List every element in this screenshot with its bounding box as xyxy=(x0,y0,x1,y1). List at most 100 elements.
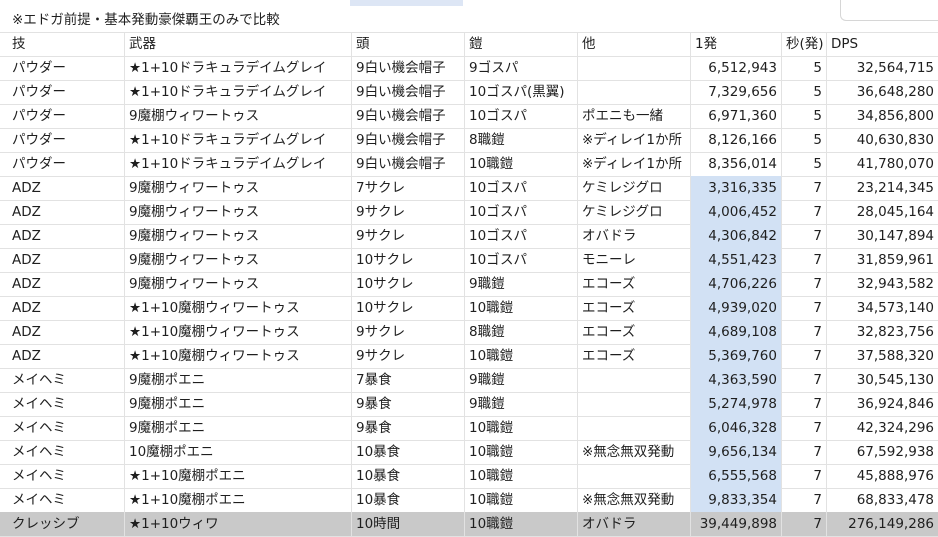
cell-per-shot[interactable]: 39,449,898 xyxy=(691,512,782,536)
cell-other[interactable]: ケミレジグロ xyxy=(578,176,691,200)
cell-dps[interactable]: 32,943,582 xyxy=(827,272,938,296)
cell-other[interactable]: ※ディレイ1か所 xyxy=(578,128,691,152)
cell-per-shot[interactable]: 5,274,978 xyxy=(691,392,782,416)
cell-armor[interactable]: 10ゴスパ xyxy=(465,176,578,200)
cell-other[interactable]: ケミレジグロ xyxy=(578,200,691,224)
cell-other[interactable] xyxy=(578,464,691,488)
cell-seconds[interactable]: 7 xyxy=(782,392,827,416)
cell-per-shot[interactable]: 8,356,014 xyxy=(691,152,782,176)
cell-other[interactable] xyxy=(578,80,691,104)
cell-head[interactable]: 9白い機会帽子 xyxy=(352,80,465,104)
cell-armor[interactable]: 8職鎧 xyxy=(465,128,578,152)
cell-dps[interactable]: 23,214,345 xyxy=(827,176,938,200)
cell-per-shot[interactable]: 4,363,590 xyxy=(691,368,782,392)
cell-armor[interactable]: 10ゴスパ xyxy=(465,224,578,248)
cell-seconds[interactable]: 5 xyxy=(782,152,827,176)
cell-skill[interactable]: メイヘミ xyxy=(8,392,125,416)
cell-dps[interactable]: 40,630,830 xyxy=(827,128,938,152)
cell-weapon[interactable]: ★1+10魔棚ポエニ xyxy=(125,464,352,488)
cell-seconds[interactable]: 7 xyxy=(782,176,827,200)
cell-other[interactable]: ポエニも一緒 xyxy=(578,104,691,128)
cell-weapon[interactable]: ★1+10ドラキュラデイムグレイ xyxy=(125,128,352,152)
cell-head[interactable]: 10サクレ xyxy=(352,248,465,272)
cell-dps[interactable]: 37,588,320 xyxy=(827,344,938,368)
cell-head[interactable]: 10暴食 xyxy=(352,464,465,488)
cell-per-shot[interactable]: 6,046,328 xyxy=(691,416,782,440)
cell-skill[interactable]: メイヘミ xyxy=(8,368,125,392)
cell-armor[interactable]: 8職鎧 xyxy=(465,320,578,344)
cell-skill[interactable]: ADZ xyxy=(8,296,125,320)
cell-seconds[interactable]: 7 xyxy=(782,344,827,368)
cell-seconds[interactable]: 7 xyxy=(782,440,827,464)
cell-armor[interactable]: 9職鎧 xyxy=(465,368,578,392)
cell-per-shot[interactable]: 4,551,423 xyxy=(691,248,782,272)
cell-dps[interactable]: 34,573,140 xyxy=(827,296,938,320)
cell-seconds[interactable]: 7 xyxy=(782,296,827,320)
cell-other[interactable] xyxy=(578,416,691,440)
cell-seconds[interactable]: 7 xyxy=(782,512,827,536)
cell-other[interactable] xyxy=(578,368,691,392)
cell-dps[interactable]: 68,833,478 xyxy=(827,488,938,512)
cell-skill[interactable]: ADZ xyxy=(8,200,125,224)
cell-per-shot[interactable]: 6,555,568 xyxy=(691,464,782,488)
cell-weapon[interactable]: 10魔棚ポエニ xyxy=(125,440,352,464)
cell-skill[interactable]: ADZ xyxy=(8,344,125,368)
cell-weapon[interactable]: 9魔棚ウィワートゥス xyxy=(125,224,352,248)
cell-armor[interactable]: 9ゴスパ xyxy=(465,56,578,80)
cell-dps[interactable]: 32,564,715 xyxy=(827,56,938,80)
cell-other[interactable]: ※ディレイ1か所 xyxy=(578,152,691,176)
cell-armor[interactable]: 10職鎧 xyxy=(465,512,578,536)
cell-dps[interactable]: 36,924,846 xyxy=(827,392,938,416)
cell-head[interactable]: 9サクレ xyxy=(352,320,465,344)
cell-other[interactable]: エコーズ xyxy=(578,320,691,344)
cell-dps[interactable]: 28,045,164 xyxy=(827,200,938,224)
cell-per-shot[interactable]: 3,316,335 xyxy=(691,176,782,200)
cell-armor[interactable]: 10職鎧 xyxy=(465,440,578,464)
cell-seconds[interactable]: 5 xyxy=(782,56,827,80)
cell-seconds[interactable]: 7 xyxy=(782,368,827,392)
cell-skill[interactable]: パウダー xyxy=(8,56,125,80)
cell-dps[interactable]: 45,888,976 xyxy=(827,464,938,488)
header-cell-seconds[interactable]: 秒(発) xyxy=(782,32,827,56)
cell-skill[interactable]: パウダー xyxy=(8,152,125,176)
cell-seconds[interactable]: 7 xyxy=(782,416,827,440)
cell-per-shot[interactable]: 6,512,943 xyxy=(691,56,782,80)
cell-per-shot[interactable]: 4,689,108 xyxy=(691,320,782,344)
cell-other[interactable]: ※無念無双発動 xyxy=(578,488,691,512)
cell-per-shot[interactable]: 5,369,760 xyxy=(691,344,782,368)
cell-other[interactable]: エコーズ xyxy=(578,344,691,368)
cell-other[interactable]: オバドラ xyxy=(578,224,691,248)
cell-weapon[interactable]: 9魔棚ウィワートゥス xyxy=(125,272,352,296)
cell-weapon[interactable]: ★1+10ドラキュラデイムグレイ xyxy=(125,56,352,80)
cell-head[interactable]: 9サクレ xyxy=(352,224,465,248)
cell-skill[interactable]: メイヘミ xyxy=(8,488,125,512)
cell-head[interactable]: 9白い機会帽子 xyxy=(352,104,465,128)
cell-head[interactable]: 9サクレ xyxy=(352,344,465,368)
cell-dps[interactable]: 276,149,286 xyxy=(827,512,938,536)
header-cell-armor[interactable]: 鎧 xyxy=(465,32,578,56)
cell-per-shot[interactable]: 4,706,226 xyxy=(691,272,782,296)
cell-head[interactable]: 9暴食 xyxy=(352,392,465,416)
cell-armor[interactable]: 10ゴスパ xyxy=(465,200,578,224)
cell-seconds[interactable]: 5 xyxy=(782,128,827,152)
cell-armor[interactable]: 10職鎧 xyxy=(465,296,578,320)
cell-per-shot[interactable]: 9,656,134 xyxy=(691,440,782,464)
note-cell[interactable]: ※エドガ前提・基本発動豪傑覇王のみで比較 xyxy=(8,8,284,32)
cell-skill[interactable]: ADZ xyxy=(8,320,125,344)
cell-dps[interactable]: 67,592,938 xyxy=(827,440,938,464)
cell-head[interactable]: 10時間 xyxy=(352,512,465,536)
cell-per-shot[interactable]: 7,329,656 xyxy=(691,80,782,104)
cell-head[interactable]: 9白い機会帽子 xyxy=(352,152,465,176)
cell-armor[interactable]: 10ゴスパ xyxy=(465,248,578,272)
cell-weapon[interactable]: 9魔棚ウィワートゥス xyxy=(125,104,352,128)
cell-dps[interactable]: 30,147,894 xyxy=(827,224,938,248)
cell-other[interactable] xyxy=(578,56,691,80)
cell-seconds[interactable]: 5 xyxy=(782,104,827,128)
header-cell-skill[interactable]: 技 xyxy=(8,32,125,56)
cell-skill[interactable]: パウダー xyxy=(8,128,125,152)
cell-seconds[interactable]: 7 xyxy=(782,200,827,224)
cell-armor[interactable]: 10職鎧 xyxy=(465,416,578,440)
cell-skill[interactable]: メイヘミ xyxy=(8,464,125,488)
cell-seconds[interactable]: 7 xyxy=(782,248,827,272)
cell-weapon[interactable]: 9魔棚ウィワートゥス xyxy=(125,176,352,200)
